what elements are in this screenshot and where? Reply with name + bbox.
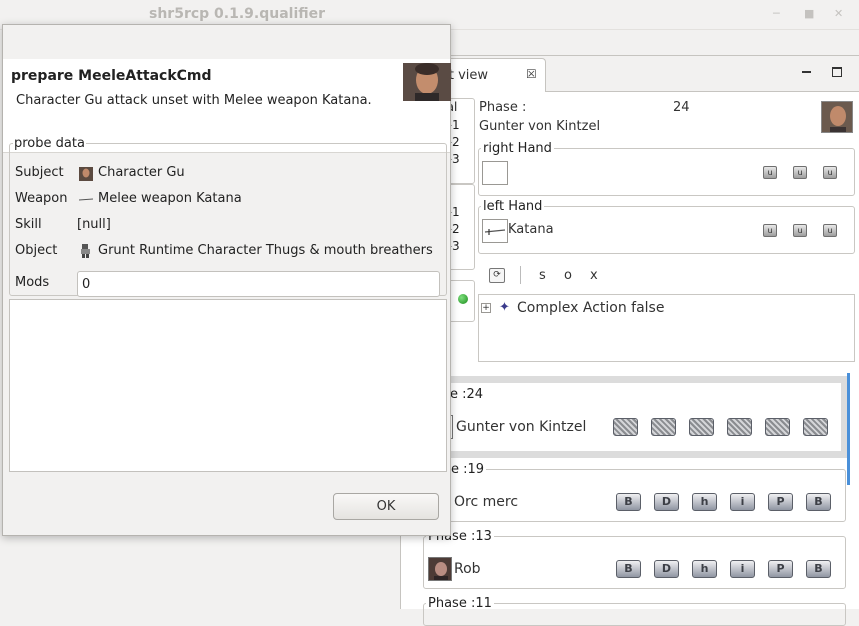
entry-action-button[interactable]: P (768, 560, 793, 578)
phase-entry[interactable]: hase :19 Orc merc B D h i P B (423, 462, 846, 522)
weapon-value: Melee weapon Katana (98, 191, 242, 206)
entry-action-button[interactable]: B (616, 560, 641, 578)
combat-tabbar: mbat view ☒ (401, 56, 859, 92)
combat-view-panel: mbat view ☒ cal 0-1 0-2 0-3 al 0-1 0-2 0… (400, 55, 859, 626)
right-hand-legend: right Hand (483, 141, 552, 156)
subject-label: Subject (15, 165, 64, 180)
probe-data-group: probe data Subject Character Gu Weapon M… (9, 136, 447, 297)
entry-action-button[interactable] (689, 418, 714, 436)
left-hand-button[interactable]: u (823, 224, 837, 237)
left-hand-button[interactable]: u (793, 224, 807, 237)
entry-action-button[interactable]: h (692, 493, 717, 511)
grunt-icon (81, 244, 90, 258)
entry-action-button[interactable]: P (768, 493, 793, 511)
left-hand-item: Katana (508, 222, 554, 237)
subject-value: Character Gu (98, 165, 185, 180)
left-hand-group: left Hand Katana u u u (478, 199, 855, 254)
entry-name: Orc merc (454, 494, 519, 510)
left-hand-legend: left Hand (483, 199, 543, 214)
tree-expand-icon[interactable]: + (481, 303, 491, 313)
entry-action-button[interactable]: D (654, 493, 679, 511)
katana-icon (79, 198, 93, 201)
mods-label: Mods (15, 275, 50, 290)
entry-action-button[interactable] (765, 418, 790, 436)
entry-action-button[interactable]: B (806, 560, 831, 578)
entry-action-button[interactable] (651, 418, 676, 436)
left-hand-button[interactable]: u (763, 224, 777, 237)
panel-maximize-icon[interactable] (832, 67, 842, 77)
details-text-area[interactable] (9, 299, 447, 472)
entry-action-button[interactable] (803, 418, 828, 436)
cycle-mode-button[interactable]: ⟳ (489, 268, 505, 283)
right-hand-button[interactable]: u (793, 166, 807, 179)
ok-button[interactable]: OK (333, 493, 439, 520)
phase-entry[interactable]: Phase :11 (423, 596, 846, 626)
entry-action-button[interactable]: B (616, 493, 641, 511)
right-hand-group: right Hand u u u (478, 141, 855, 196)
right-hand-slot[interactable] (482, 161, 508, 185)
mods-input[interactable] (77, 271, 440, 297)
maximize-icon[interactable]: ■ (804, 7, 814, 20)
object-label: Object (15, 243, 58, 258)
mode-separator (520, 266, 521, 284)
dialog-title: prepare MeeleAttackCmd (11, 68, 212, 84)
mode-x[interactable]: x (590, 268, 598, 283)
entry-portrait (428, 557, 452, 581)
probe-data-legend: probe data (14, 136, 85, 151)
entry-action-button[interactable]: h (692, 560, 717, 578)
entry-action-button[interactable] (613, 418, 638, 436)
action-tree: + ✦ Complex Action false (478, 294, 855, 362)
entry-action-button[interactable]: B (806, 493, 831, 511)
mode-o[interactable]: o (564, 268, 572, 283)
entry-action-button[interactable]: i (730, 493, 755, 511)
complex-action-node[interactable]: Complex Action false (517, 300, 664, 316)
entry-action-button[interactable]: D (654, 560, 679, 578)
close-icon[interactable]: ✕ (834, 7, 843, 20)
phase-entry: hase :24 Gunter von Kintzel (423, 387, 846, 447)
tab-close-icon[interactable]: ☒ (526, 67, 537, 81)
skill-label: Skill (15, 217, 42, 232)
weapon-label: Weapon (15, 191, 68, 206)
entry-action-button[interactable]: i (730, 560, 755, 578)
dialog-portrait (403, 63, 451, 101)
entry-action-button[interactable] (727, 418, 752, 436)
mode-s[interactable]: s (539, 268, 546, 283)
phase-value: 24 (673, 100, 690, 115)
minimize-icon[interactable]: ─ (773, 7, 780, 20)
phase-label: Phase : (479, 100, 527, 115)
hero-name: Gunter von Kintzel (479, 119, 601, 134)
skill-value: [null] (77, 217, 111, 232)
katana-icon (484, 229, 506, 235)
panel-minimize-icon[interactable] (802, 71, 811, 73)
right-hand-button[interactable]: u (763, 166, 777, 179)
scroll-indicator (847, 373, 850, 485)
left-hand-slot[interactable] (482, 219, 508, 243)
app-title: shr5rcp 0.1.9.qualifier (149, 6, 326, 22)
status-green-icon (458, 294, 468, 304)
hero-portrait (821, 101, 853, 133)
phase-entry[interactable]: Phase :13 Rob B D h i P B (423, 529, 846, 589)
object-value: Grunt Runtime Character Thugs & mouth br… (98, 243, 433, 258)
prepare-attack-dialog: prepare MeeleAttackCmd Character Gu atta… (2, 24, 451, 536)
entry-name: Rob (454, 561, 481, 577)
right-hand-button[interactable]: u (823, 166, 837, 179)
entry-name: Gunter von Kintzel (456, 419, 587, 435)
dialog-message: Character Gu attack unset with Melee wea… (16, 93, 372, 108)
complex-action-icon: ✦ (499, 300, 510, 315)
character-icon (79, 167, 93, 181)
